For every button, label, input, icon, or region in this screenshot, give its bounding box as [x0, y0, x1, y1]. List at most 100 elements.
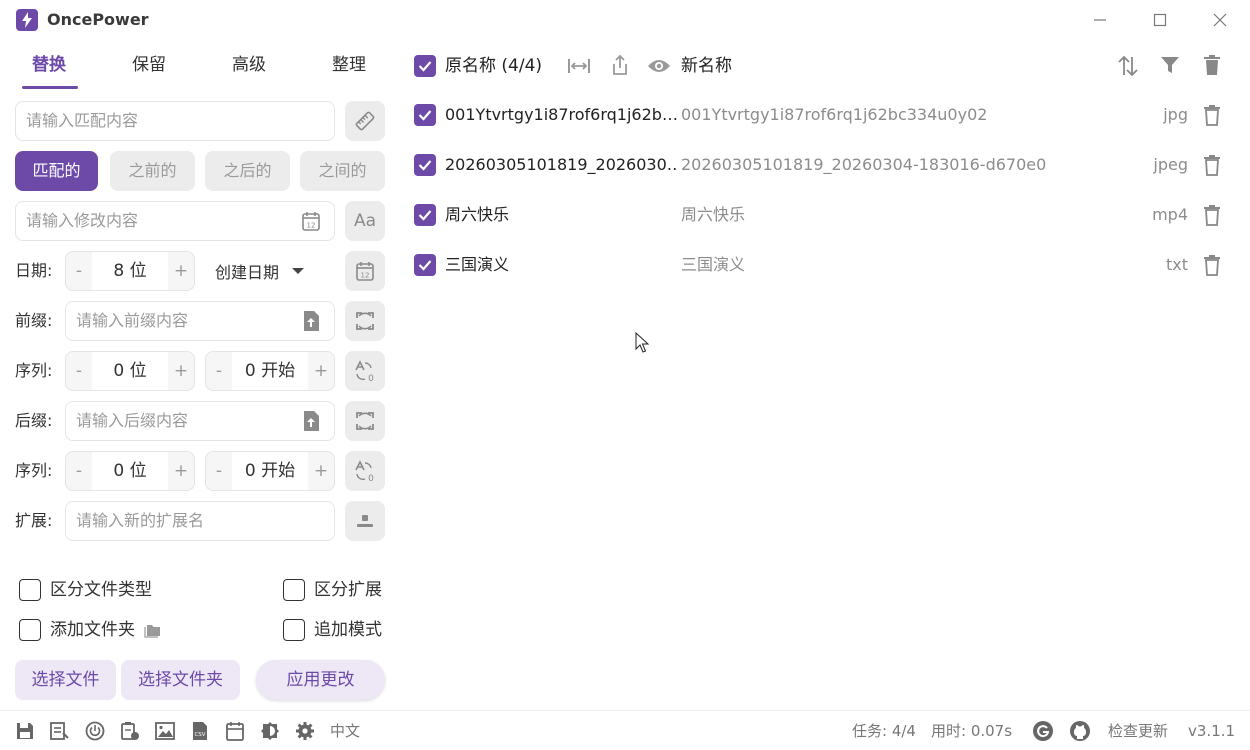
select-folder-button[interactable]: 选择文件夹 — [121, 660, 240, 700]
github-icon[interactable] — [1069, 720, 1091, 742]
list-icon[interactable] — [49, 720, 71, 742]
seq1-digits-stepper[interactable]: - 0 位 + — [65, 351, 195, 391]
seq2-digits-stepper[interactable]: - 0 位 + — [65, 451, 195, 491]
filter-icon[interactable] — [1160, 55, 1180, 79]
apply-changes-button[interactable]: 应用更改 — [256, 660, 385, 700]
distinguish-ext-label: 区分扩展 — [314, 580, 382, 600]
prefix-swap-button[interactable] — [345, 301, 385, 341]
version-label: v3.1.1 — [1188, 722, 1236, 740]
clear-all-trash-icon[interactable] — [1202, 54, 1222, 76]
case-button[interactable]: Aa — [345, 201, 385, 241]
increment-button[interactable]: + — [308, 461, 334, 481]
seq2-mode-button[interactable]: 0 — [345, 451, 385, 491]
file-checkbox[interactable] — [414, 254, 436, 276]
new-filename[interactable]: 001Ytvrtgy1i87rof6rq1j62bc334u0y02 — [681, 104, 987, 126]
csv-icon[interactable]: CSV — [189, 720, 211, 742]
language-switch[interactable]: 中文 — [330, 720, 360, 742]
distinguish-ext-checkbox[interactable] — [283, 579, 305, 601]
check-icon — [418, 160, 432, 171]
seq1-digits-value[interactable]: 0 位 — [92, 352, 168, 390]
date-type-select[interactable]: 创建日期 — [215, 260, 305, 282]
date-digits-stepper[interactable]: - 8 位 + — [65, 251, 195, 291]
file-checkbox[interactable] — [414, 154, 436, 176]
decrement-button[interactable]: - — [66, 361, 92, 381]
calendar-small-icon[interactable] — [224, 720, 246, 742]
prefix-label: 前缀: — [15, 311, 53, 330]
suffix-swap-button[interactable] — [345, 401, 385, 441]
modify-input[interactable]: 请输入修改内容 — [15, 201, 335, 241]
share-icon[interactable] — [610, 54, 630, 80]
regex-button[interactable] — [345, 101, 385, 141]
svg-text:CSV: CSV — [194, 732, 205, 738]
seq1-mode-button[interactable]: 0 — [345, 351, 385, 391]
increment-button[interactable]: + — [308, 361, 334, 381]
g-logo-icon[interactable] — [1032, 720, 1054, 742]
upload-file-icon[interactable] — [302, 310, 320, 336]
distinguish-type-label: 区分文件类型 — [50, 580, 152, 600]
new-filename[interactable]: 20260305101819_20260304-183016-d670e0 — [681, 154, 1046, 176]
calendar-icon[interactable]: 12 — [301, 210, 321, 236]
suffix-input[interactable]: 请输入后缀内容 — [65, 401, 335, 441]
maximize-button[interactable] — [1140, 6, 1180, 34]
tab-organize[interactable]: 整理 — [332, 52, 366, 78]
insert-date-button[interactable]: 12 — [345, 251, 385, 291]
decrement-button[interactable]: - — [206, 461, 232, 481]
file-checkbox[interactable] — [414, 204, 436, 226]
check-update-link[interactable]: 检查更新 — [1108, 720, 1168, 742]
add-folder-checkbox[interactable] — [19, 619, 41, 641]
gear-icon[interactable] — [294, 720, 316, 742]
mode-match-button[interactable]: 匹配的 — [15, 151, 98, 191]
mode-between-button[interactable]: 之间的 — [300, 151, 385, 191]
check-icon — [418, 210, 432, 221]
clipboard-icon[interactable] — [119, 720, 141, 742]
file-extension: jpg — [1163, 105, 1188, 124]
svg-text:12: 12 — [307, 222, 316, 230]
seq2-start-value[interactable]: 0 开始 — [232, 452, 308, 490]
increment-button[interactable]: + — [168, 361, 194, 381]
new-filename[interactable]: 三国演义 — [681, 254, 745, 276]
decrement-button[interactable]: - — [206, 361, 232, 381]
mode-before-button[interactable]: 之前的 — [110, 151, 195, 191]
upload-file-icon[interactable] — [302, 410, 320, 436]
append-mode-checkbox[interactable] — [283, 619, 305, 641]
mode-after-button[interactable]: 之后的 — [205, 151, 290, 191]
seq1-start-value[interactable]: 0 开始 — [232, 352, 308, 390]
increment-button[interactable]: + — [168, 461, 194, 481]
sort-icon[interactable] — [1116, 54, 1140, 82]
match-input[interactable]: 请输入匹配内容 — [15, 101, 335, 141]
tab-replace[interactable]: 替换 — [32, 52, 66, 78]
eye-icon[interactable] — [647, 56, 671, 80]
remove-file-trash-icon[interactable] — [1202, 204, 1222, 226]
tab-advanced[interactable]: 高级 — [232, 52, 266, 78]
task-count: 任务: 4/4 — [852, 722, 916, 740]
seq2-digits-value[interactable]: 0 位 — [92, 452, 168, 490]
increment-button[interactable]: + — [168, 261, 194, 281]
distinguish-type-checkbox[interactable] — [19, 579, 41, 601]
decrement-button[interactable]: - — [66, 461, 92, 481]
theme-icon[interactable] — [259, 720, 281, 742]
remove-file-trash-icon[interactable] — [1202, 154, 1222, 176]
close-button[interactable] — [1200, 6, 1240, 34]
seq2-start-stepper[interactable]: - 0 开始 + — [205, 451, 335, 491]
minimize-button[interactable] — [1080, 6, 1120, 34]
extension-insert-button[interactable] — [345, 501, 385, 541]
select-all-checkbox[interactable] — [414, 55, 436, 77]
seq1-start-stepper[interactable]: - 0 开始 + — [205, 351, 335, 391]
save-icon[interactable] — [14, 720, 36, 742]
image-icon[interactable] — [154, 720, 176, 742]
new-filename[interactable]: 周六快乐 — [681, 204, 745, 226]
decrement-button[interactable]: - — [66, 261, 92, 281]
extension-input[interactable]: 请输入新的扩展名 — [65, 501, 335, 541]
tab-keep[interactable]: 保留 — [132, 52, 166, 78]
select-files-button[interactable]: 选择文件 — [15, 660, 116, 700]
new-name-header: 新名称 — [681, 56, 732, 76]
file-checkbox[interactable] — [414, 104, 436, 126]
remove-file-trash-icon[interactable] — [1202, 254, 1222, 276]
fit-width-icon[interactable] — [567, 55, 591, 81]
power-icon[interactable] — [84, 720, 106, 742]
suffix-label: 后缀: — [15, 411, 53, 430]
check-icon — [418, 61, 432, 72]
date-digits-value[interactable]: 8 位 — [92, 252, 168, 290]
remove-file-trash-icon[interactable] — [1202, 104, 1222, 126]
prefix-input[interactable]: 请输入前缀内容 — [65, 301, 335, 341]
